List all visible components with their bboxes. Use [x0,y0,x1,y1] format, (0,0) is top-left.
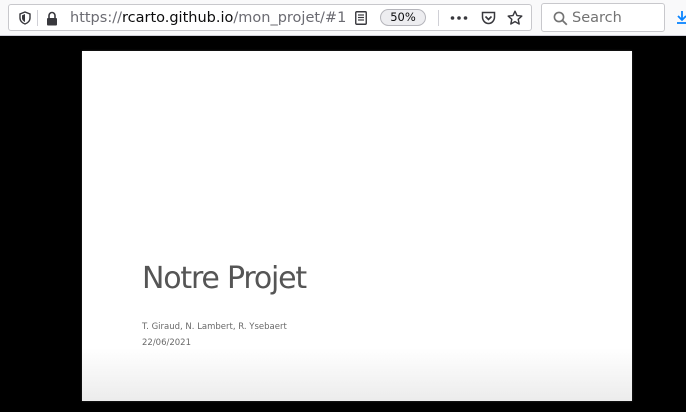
browser-toolbar: https://rcarto.github.io/mon_projet/#1 5… [0,0,686,36]
url-path: /mon_projet/#1 [233,10,347,26]
url-host: rcarto.github.io [121,10,234,26]
download-icon[interactable] [675,9,686,25]
url-text[interactable]: https://rcarto.github.io/mon_projet/#1 [70,8,346,28]
search-bar[interactable]: Search [541,3,665,32]
zoom-level-badge[interactable]: 50% [380,9,426,26]
slide-authors: T. Giraud, N. Lambert, R. Ysebaert [142,322,287,332]
search-icon [552,10,568,26]
url-prefix: https:// [70,10,122,26]
bookmark-star-icon[interactable] [506,9,523,26]
slide-date: 22/06/2021 [142,338,191,348]
presentation-slide: Notre Projet T. Giraud, N. Lambert, R. Y… [82,51,632,401]
page-actions-icon[interactable] [449,10,469,26]
url-bar[interactable]: https://rcarto.github.io/mon_projet/#1 5… [8,4,532,31]
lock-icon[interactable] [45,10,59,26]
page-actions-separator [438,10,439,26]
url-bar-separator [37,10,38,26]
search-placeholder: Search [572,10,622,26]
tracking-protection-shield-icon[interactable] [18,11,32,25]
reader-view-icon[interactable] [354,10,368,26]
pocket-icon[interactable] [480,10,496,26]
slide-title: Notre Projet [142,261,307,296]
